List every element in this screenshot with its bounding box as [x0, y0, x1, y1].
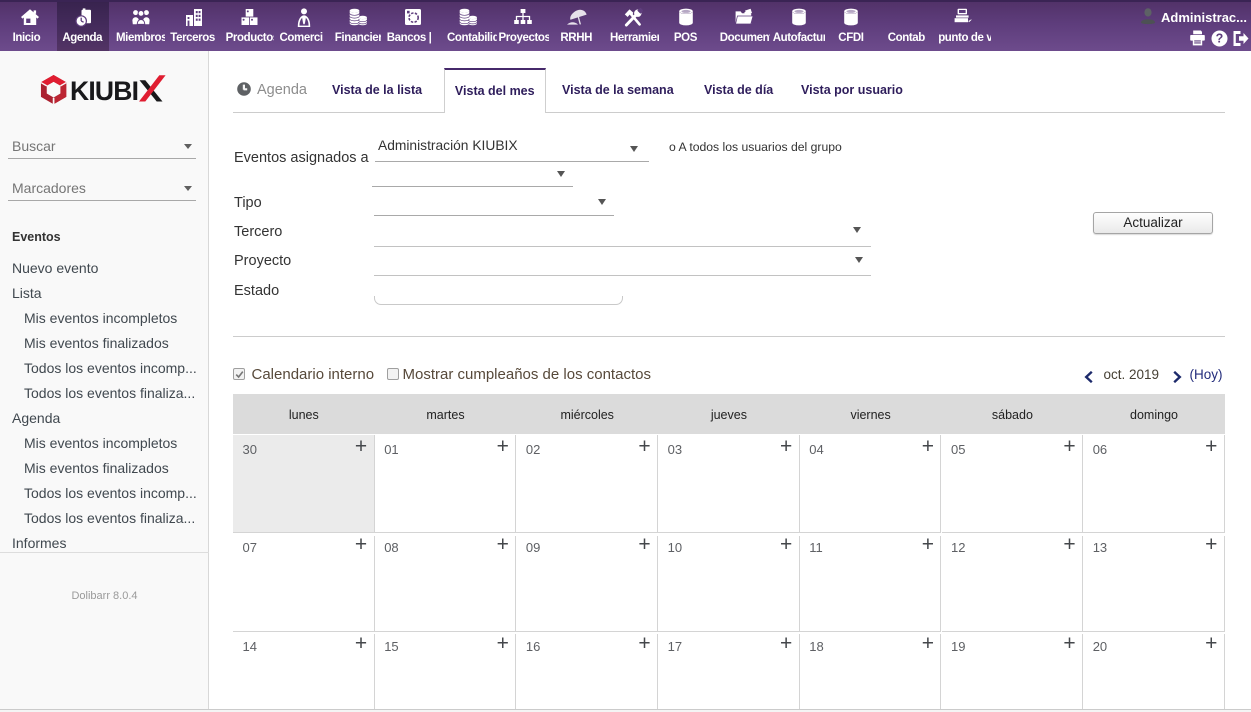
svg-text:?: ? — [1216, 32, 1224, 46]
svg-text:KIUBI: KIUBI — [70, 76, 138, 106]
